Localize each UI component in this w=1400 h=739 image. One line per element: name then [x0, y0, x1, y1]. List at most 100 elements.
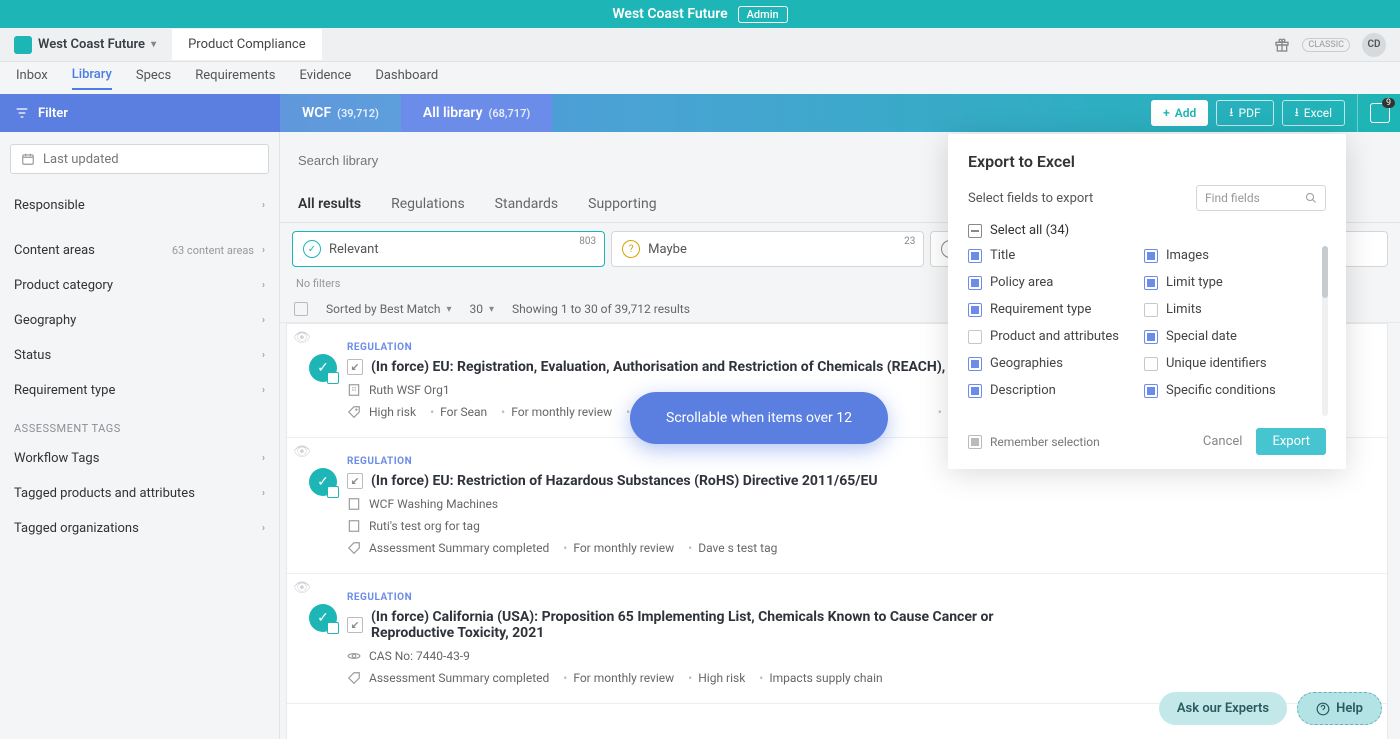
nav-dashboard[interactable]: Dashboard: [375, 68, 438, 89]
field-row[interactable]: Unique identifiers: [1144, 356, 1310, 371]
filter-geography[interactable]: Geography›: [0, 303, 279, 338]
export-button[interactable]: Export: [1256, 428, 1326, 455]
last-updated-filter[interactable]: Last updated: [10, 144, 269, 174]
header-bar: West Coast Future ▾ Product Compliance C…: [0, 28, 1400, 62]
field-row[interactable]: Policy area: [968, 275, 1134, 290]
tab-all-results[interactable]: All results: [296, 186, 363, 222]
card-tag: For monthly review: [557, 541, 674, 555]
card-title-row: ↙ (In force) California (USA): Propositi…: [347, 609, 1347, 641]
sort-dropdown[interactable]: Sorted by Best Match▾: [326, 302, 451, 316]
nav-evidence[interactable]: Evidence: [300, 68, 352, 89]
card-tag: For monthly review: [557, 671, 674, 685]
field-row[interactable]: Images: [1144, 248, 1310, 263]
nav-library[interactable]: Library: [72, 67, 112, 90]
select-all-label: Select all (34): [990, 223, 1069, 238]
card-tag: Assessment Summary completed: [369, 671, 549, 685]
eye-icon: 👁: [293, 444, 311, 460]
nav-inbox[interactable]: Inbox: [16, 68, 48, 89]
tab-regulations[interactable]: Regulations: [389, 186, 467, 222]
field-row[interactable]: Description: [968, 383, 1134, 398]
modal-sub: Select fields to export Find fields: [968, 185, 1326, 211]
field-row[interactable]: Special date: [1144, 329, 1310, 344]
remember-selection[interactable]: Remember selection: [968, 435, 1100, 449]
clipboard-icon[interactable]: [1370, 103, 1390, 123]
tab-standards[interactable]: Standards: [493, 186, 561, 222]
filter-tagged-organizations[interactable]: Tagged organizations ›: [0, 511, 279, 546]
card-org-line: Ruti's test org for tag: [347, 519, 1347, 533]
pdf-button[interactable]: ⭳ PDF: [1216, 100, 1273, 126]
card-tags-line: Assessment Summary completed For monthly…: [347, 541, 1347, 555]
select-all-row[interactable]: Select all (34): [968, 223, 1326, 238]
filter-label: Tagged organizations: [14, 521, 139, 536]
module-tab[interactable]: Product Compliance: [172, 29, 322, 60]
filter-product-category[interactable]: Product category›: [0, 268, 279, 303]
scope-tab-wcf[interactable]: WCF (39,712): [280, 94, 401, 132]
filter-responsible[interactable]: Responsible ›: [0, 188, 279, 223]
add-button[interactable]: + Add: [1151, 100, 1208, 126]
cancel-button[interactable]: Cancel: [1203, 434, 1243, 449]
nav-requirements[interactable]: Requirements: [195, 68, 275, 89]
gift-icon[interactable]: [1274, 37, 1290, 53]
card-kicker: REGULATION: [347, 592, 1347, 603]
divider: [1357, 94, 1358, 132]
filter-toggle[interactable]: Filter: [0, 94, 280, 132]
result-card[interactable]: 👁 ✓ REGULATION ↙ (In force) California (…: [287, 574, 1387, 704]
find-fields-input[interactable]: Find fields: [1196, 185, 1326, 211]
scope-tab-count: (68,717): [489, 107, 531, 120]
download-icon: ⭳: [1295, 103, 1299, 124]
check-icon: ✓: [303, 240, 321, 258]
card-title[interactable]: (In force) EU: Registration, Evaluation,…: [371, 359, 1007, 375]
field-label: Geographies: [990, 356, 1063, 371]
field-row[interactable]: Limit type: [1144, 275, 1310, 290]
card-title[interactable]: (In force) EU: Restriction of Hazardous …: [371, 473, 878, 489]
org-name: West Coast Future: [612, 6, 727, 22]
scope-tab-count: (39,712): [337, 107, 379, 120]
nav-specs[interactable]: Specs: [136, 68, 171, 89]
chevron-right-icon: ›: [262, 350, 265, 361]
field-row[interactable]: Specific conditions: [1144, 383, 1310, 398]
header-right: CLASSIC CD: [1274, 33, 1386, 57]
add-label: Add: [1175, 106, 1197, 120]
filter-workflow-tags[interactable]: Workflow Tags›: [0, 441, 279, 476]
checkbox-icon: [968, 303, 982, 317]
help-button[interactable]: Help: [1297, 692, 1382, 725]
user-avatar[interactable]: CD: [1362, 33, 1386, 57]
scope-tab-all[interactable]: All library (68,717): [401, 94, 552, 132]
chevron-right-icon: ›: [262, 523, 265, 534]
ask-experts-button[interactable]: Ask our Experts: [1159, 692, 1287, 725]
role-badge: Admin: [738, 6, 788, 23]
field-label: Requirement type: [990, 302, 1091, 317]
select-all-checkbox[interactable]: [294, 302, 308, 316]
chip-relevant[interactable]: ✓ Relevant 803: [292, 231, 605, 267]
assessment-tags-header: ASSESSMENT TAGS: [0, 408, 279, 441]
chip-count: 23: [904, 236, 915, 247]
card-tag: For monthly review: [495, 405, 612, 419]
field-label: Description: [990, 383, 1056, 398]
classic-badge[interactable]: CLASSIC: [1302, 38, 1350, 52]
tab-supporting[interactable]: Supporting: [586, 186, 658, 222]
field-row[interactable]: Limits: [1144, 302, 1310, 317]
field-row[interactable]: Title: [968, 248, 1134, 263]
building-icon: [347, 383, 361, 397]
pagesize-dropdown[interactable]: 30▾: [469, 302, 494, 316]
filter-tagged-products[interactable]: Tagged products and attributes›: [0, 476, 279, 511]
org-selector[interactable]: West Coast Future ▾: [14, 36, 156, 54]
field-row[interactable]: Product and attributes: [968, 329, 1134, 344]
eye-icon: 👁: [293, 330, 311, 346]
filter-content-areas[interactable]: Content areas 63 content areas ›: [0, 233, 279, 268]
chip-maybe[interactable]: ? Maybe 23: [611, 231, 924, 267]
card-cas-line: CAS No: 7440-43-9: [347, 649, 1347, 663]
card-title[interactable]: (In force) California (USA): Proposition…: [371, 609, 1071, 641]
checkbox-icon: [1144, 249, 1158, 263]
relevance-badge-icon: ✓: [309, 604, 337, 632]
card-tag: High risk: [369, 405, 416, 419]
field-row[interactable]: Geographies: [968, 356, 1134, 371]
card-tag: For Sean: [424, 405, 487, 419]
card-tags-line: Assessment Summary completed For monthly…: [347, 671, 1347, 685]
excel-button[interactable]: ⭳ Excel: [1282, 100, 1345, 126]
field-row[interactable]: Requirement type: [968, 302, 1134, 317]
doc-icon: ↙: [347, 617, 363, 633]
last-updated-label: Last updated: [43, 152, 119, 167]
filter-status[interactable]: Status›: [0, 338, 279, 373]
filter-requirement-type[interactable]: Requirement type›: [0, 373, 279, 408]
